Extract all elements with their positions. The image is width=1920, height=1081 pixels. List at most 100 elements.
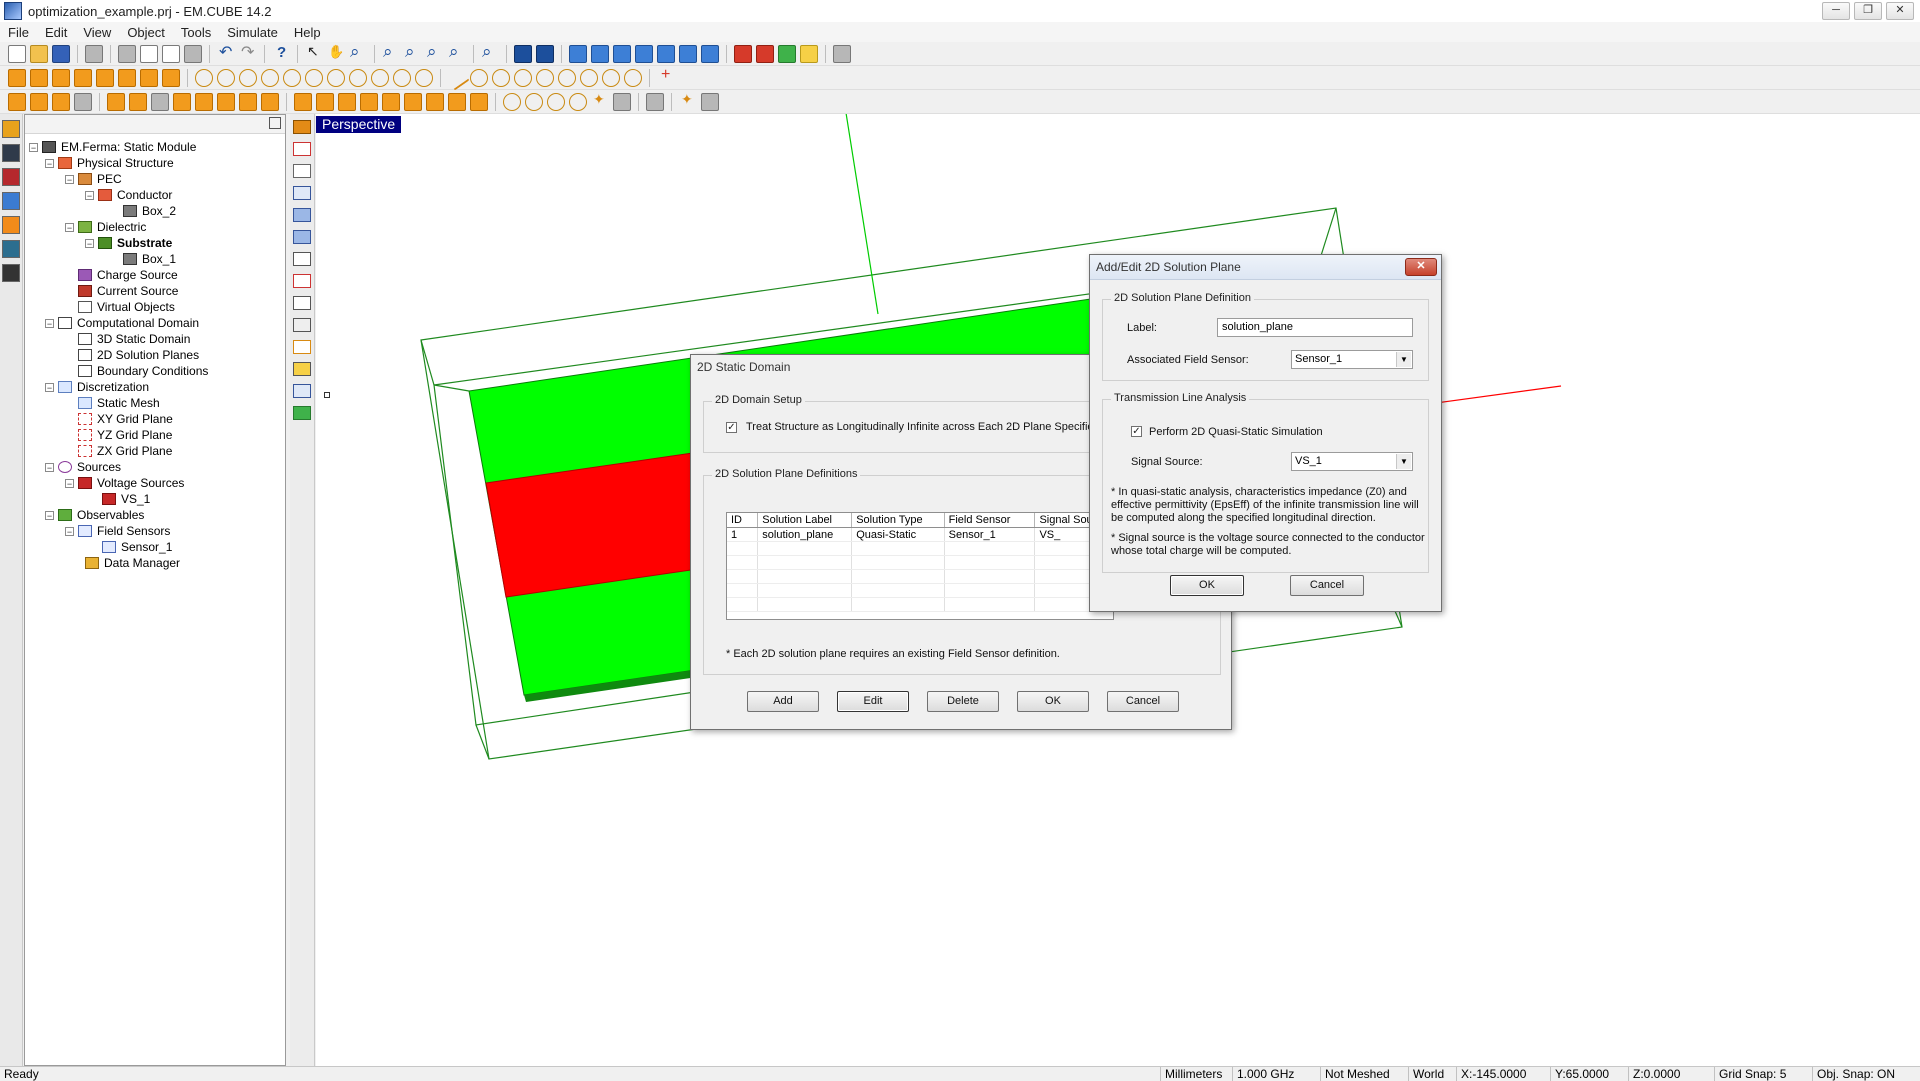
data-icon[interactable] bbox=[293, 318, 311, 332]
rectangle-icon[interactable] bbox=[195, 68, 213, 87]
delete-icon[interactable] bbox=[184, 44, 202, 63]
select-arrow-icon[interactable] bbox=[305, 43, 323, 63]
collapse-icon[interactable]: − bbox=[45, 510, 54, 520]
mesh-view-icon[interactable] bbox=[293, 186, 311, 200]
tree-node-pec[interactable]: − PEC bbox=[65, 171, 122, 187]
pyramid-icon[interactable] bbox=[74, 68, 92, 87]
view-right-icon[interactable] bbox=[635, 44, 653, 63]
star-icon[interactable] bbox=[591, 91, 609, 111]
treat-infinite-checkbox[interactable]: ✓ bbox=[726, 422, 737, 433]
tree-node-sensor-1[interactable]: Sensor_1 bbox=[102, 539, 172, 555]
document-icon[interactable] bbox=[293, 384, 311, 398]
tree-node-voltage-sources[interactable]: − Voltage Sources bbox=[65, 475, 184, 491]
sphere-icon[interactable] bbox=[96, 68, 114, 87]
grid-view-icon[interactable] bbox=[293, 208, 311, 222]
boolean-intersect-icon[interactable] bbox=[217, 92, 235, 111]
close-icon[interactable]: ✕ bbox=[1405, 258, 1437, 276]
scale-icon[interactable] bbox=[74, 92, 92, 111]
menu-file[interactable]: File bbox=[0, 25, 37, 40]
view-grid-icon[interactable] bbox=[514, 44, 532, 63]
line-icon[interactable] bbox=[444, 64, 470, 91]
revolve-icon[interactable] bbox=[294, 92, 312, 111]
simulate-icon[interactable] bbox=[734, 44, 752, 63]
menu-view[interactable]: View bbox=[75, 25, 119, 40]
signal-source-select[interactable]: VS_1 ▼ bbox=[1291, 452, 1413, 471]
collapse-icon[interactable]: − bbox=[65, 526, 74, 536]
chamfer-icon[interactable] bbox=[404, 92, 422, 111]
add-button[interactable]: Add bbox=[747, 691, 819, 712]
field-sensor-select[interactable]: Sensor_1 ▼ bbox=[1291, 350, 1413, 369]
module-planar-icon[interactable] bbox=[2, 192, 20, 210]
cylinder-icon[interactable] bbox=[30, 68, 48, 87]
trapezoid-icon[interactable] bbox=[305, 68, 323, 87]
group-icon[interactable] bbox=[129, 92, 147, 111]
run-icon[interactable] bbox=[293, 120, 311, 134]
new-file-icon[interactable] bbox=[8, 44, 26, 63]
collapse-icon[interactable]: − bbox=[65, 222, 74, 232]
view-screen-icon[interactable] bbox=[536, 44, 554, 63]
pentagon-icon[interactable] bbox=[525, 92, 543, 111]
module-illumina-icon[interactable] bbox=[2, 144, 20, 162]
circle-icon[interactable] bbox=[217, 68, 235, 87]
column-header[interactable]: Solution Label bbox=[757, 513, 853, 528]
variables-icon[interactable] bbox=[293, 274, 311, 288]
copy-icon[interactable] bbox=[140, 44, 158, 63]
cylinder-surface-icon[interactable] bbox=[492, 68, 510, 87]
zoom-icon[interactable] bbox=[382, 42, 400, 63]
collapse-icon[interactable]: − bbox=[45, 158, 54, 168]
transform-tool-icon[interactable] bbox=[293, 142, 311, 156]
tree-node-module[interactable]: − EM.Ferma: Static Module bbox=[29, 139, 196, 155]
tree-node-3d-static-domain[interactable]: 3D Static Domain bbox=[78, 331, 190, 347]
grid-array-icon[interactable] bbox=[151, 92, 169, 111]
oval-icon[interactable] bbox=[261, 68, 279, 87]
undo-icon[interactable] bbox=[217, 42, 235, 63]
table-view-icon[interactable] bbox=[293, 230, 311, 244]
collapse-icon[interactable]: − bbox=[85, 238, 94, 248]
collapse-icon[interactable]: − bbox=[65, 478, 74, 488]
module-libera-icon[interactable] bbox=[2, 216, 20, 234]
project-icon[interactable] bbox=[470, 92, 488, 111]
close-window-button[interactable]: ✕ bbox=[1886, 2, 1914, 20]
tree-node-observables[interactable]: − Observables bbox=[45, 507, 144, 523]
module-tempo-icon[interactable] bbox=[2, 120, 20, 138]
open-file-icon[interactable] bbox=[30, 44, 48, 63]
array-icon[interactable] bbox=[107, 92, 125, 111]
tree-node-charge-source[interactable]: Charge Source bbox=[78, 267, 178, 283]
transform-icon[interactable] bbox=[613, 92, 631, 111]
minimize-button[interactable]: ─ bbox=[1822, 2, 1850, 20]
hexagon-icon[interactable] bbox=[547, 92, 565, 111]
ellipse-icon[interactable] bbox=[239, 68, 257, 87]
column-header[interactable]: ID bbox=[727, 513, 759, 528]
label-input[interactable]: solution_plane bbox=[1217, 318, 1413, 337]
tree-node-2d-solution-planes[interactable]: 2D Solution Planes bbox=[78, 347, 199, 363]
tree-node-vs-1[interactable]: VS_1 bbox=[102, 491, 150, 507]
navigation-tree-icon[interactable] bbox=[833, 44, 851, 63]
fractal-icon[interactable] bbox=[371, 68, 389, 87]
tree-node-field-sensors[interactable]: − Field Sensors bbox=[65, 523, 170, 539]
tree-node-sources[interactable]: − Sources bbox=[45, 459, 121, 475]
module-cad-icon[interactable] bbox=[2, 264, 20, 282]
loft-icon[interactable] bbox=[316, 92, 334, 111]
tree-node-physical-structure[interactable]: − Physical Structure bbox=[45, 155, 174, 171]
box-icon[interactable] bbox=[8, 68, 26, 87]
zoom-out-icon[interactable] bbox=[448, 42, 466, 63]
column-header[interactable]: Field Sensor bbox=[944, 513, 1036, 528]
module-ferma-icon[interactable] bbox=[2, 240, 20, 258]
menu-help[interactable]: Help bbox=[286, 25, 329, 40]
collapse-icon[interactable]: − bbox=[85, 190, 94, 200]
tree-node-boundary-conditions[interactable]: Boundary Conditions bbox=[78, 363, 208, 379]
view-front-icon[interactable] bbox=[569, 44, 587, 63]
triangle-icon[interactable] bbox=[283, 68, 301, 87]
tree-node-data-manager[interactable]: Data Manager bbox=[85, 555, 180, 571]
function-curve-icon[interactable] bbox=[624, 68, 642, 87]
text-icon[interactable] bbox=[393, 68, 411, 87]
settings-icon[interactable] bbox=[293, 406, 311, 420]
cancel-button[interactable]: Cancel bbox=[1107, 691, 1179, 712]
delete-button[interactable]: Delete bbox=[927, 691, 999, 712]
collapse-icon[interactable]: − bbox=[45, 382, 54, 392]
snap-icon[interactable] bbox=[679, 91, 697, 111]
menu-simulate[interactable]: Simulate bbox=[219, 25, 286, 40]
ok-button[interactable]: OK bbox=[1170, 575, 1244, 596]
tree-node-static-mesh[interactable]: Static Mesh bbox=[78, 395, 160, 411]
save-icon[interactable] bbox=[52, 44, 70, 63]
